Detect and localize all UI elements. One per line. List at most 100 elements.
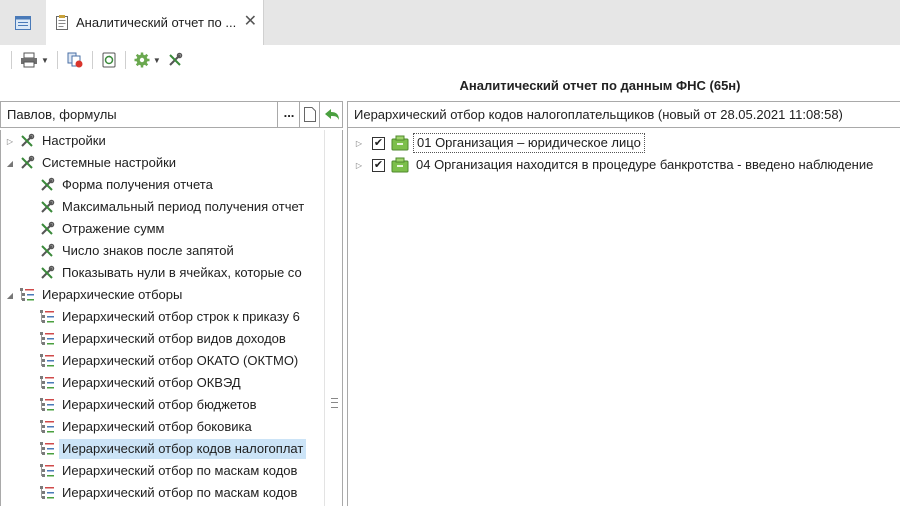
tree-item[interactable]: Иерархический отбор по маскам кодов xyxy=(25,460,300,482)
hierarchy-icon xyxy=(39,375,55,391)
tree-item[interactable]: Форма получения отчета xyxy=(25,174,216,196)
tree-item[interactable]: Иерархический отбор ОКВЭД xyxy=(25,372,244,394)
code-tree-item[interactable]: ▷ ✔ 01 Организация – юридическое лицо xyxy=(354,132,645,154)
hierarchy-icon xyxy=(19,287,35,303)
tree-item[interactable]: Максимальный период получения отчет xyxy=(25,196,307,218)
tree-item[interactable]: Иерархический отбор по маскам кодов xyxy=(25,482,300,504)
tree-item-label: Иерархический отбор строк к приказу 6 xyxy=(62,309,300,324)
tree-item-label: Иерархический отбор по маскам кодов xyxy=(62,485,298,500)
hierarchy-icon xyxy=(39,441,55,457)
code-tree-item[interactable]: ▷ ✔ 04 Организация находится в процедуре б… xyxy=(354,154,876,176)
folder-icon xyxy=(391,135,409,151)
hierarchy-icon xyxy=(39,309,55,325)
tab-strip: Аналитический отчет по ... ✕ xyxy=(0,0,900,45)
toolbar-separator xyxy=(56,51,58,69)
expand-toggle-icon[interactable]: ▷ xyxy=(5,137,15,146)
refresh-doc-icon xyxy=(102,52,116,68)
tree-item[interactable]: ◢ Системные настройки xyxy=(5,152,179,174)
report-doc-icon xyxy=(56,15,68,30)
tree-item-label: Иерархический отбор кодов налогоплат xyxy=(59,439,307,459)
chevron-down-icon[interactable]: ▼ xyxy=(41,56,49,65)
gear-icon xyxy=(134,52,150,68)
settings-button[interactable]: ▼ xyxy=(131,48,164,72)
tree-item[interactable]: Число знаков после запятой xyxy=(25,240,237,262)
tab-analytic-report[interactable]: Аналитический отчет по ... ✕ xyxy=(46,0,264,45)
refresh-button[interactable] xyxy=(98,48,120,72)
tree-item-label: Максимальный период получения отчет xyxy=(62,199,305,214)
tools-icon xyxy=(39,265,55,281)
selection-panel: Иерархический отбор кодов налогоплательщ… xyxy=(347,101,900,506)
hierarchy-icon xyxy=(39,463,55,479)
tools-icon xyxy=(39,221,55,237)
selection-header: Иерархический отбор кодов налогоплательщ… xyxy=(348,102,900,128)
new-document-button[interactable] xyxy=(299,102,319,127)
tab-title: Аналитический отчет по ... xyxy=(76,15,237,30)
tools-button[interactable] xyxy=(164,48,186,72)
tree-item[interactable]: Иерархический отбор боковика xyxy=(25,416,255,438)
report-title: Аналитический отчет по данным ФНС (65н) xyxy=(459,78,741,93)
tree-item[interactable]: Отражение сумм xyxy=(25,218,167,240)
settings-selector-field[interactable]: Павлов, формулы xyxy=(3,102,278,127)
scrollbar-grip-icon[interactable] xyxy=(331,398,338,408)
back-button[interactable] xyxy=(319,102,343,127)
item-checkbox[interactable]: ✔ xyxy=(372,158,385,172)
tree-item[interactable]: ▷ Настройки xyxy=(5,130,109,152)
tree-scrollbar[interactable] xyxy=(324,130,343,506)
home-tab[interactable] xyxy=(0,0,45,45)
expand-toggle-icon[interactable]: ▷ xyxy=(354,161,364,170)
tools-icon xyxy=(19,155,35,171)
taxpayer-codes-tree: ▷ ✔ 01 Организация – юридическое лицо ▷ ✔ 04 … xyxy=(348,130,900,500)
tools-icon xyxy=(39,199,55,215)
settings-tree-panel: Павлов, формулы ... ▷ Настройки ◢ Системные… xyxy=(0,101,343,506)
expand-toggle-icon[interactable]: ▷ xyxy=(354,139,364,148)
browse-button[interactable]: ... xyxy=(280,102,298,127)
hierarchy-icon xyxy=(39,353,55,369)
tree-item-label: Настройки xyxy=(42,133,106,148)
tools-icon xyxy=(39,177,55,193)
tree-item[interactable]: Иерархический отбор строк к приказу 6 xyxy=(25,306,303,328)
tree-item-label: Отражение сумм xyxy=(62,221,165,236)
tree-item-label: Иерархический отбор ОКАТО (ОКТМО) xyxy=(62,353,299,368)
tree-item-label: Иерархический отбор видов доходов xyxy=(62,331,286,346)
tree-item[interactable]: ◢ Иерархические отборы xyxy=(5,284,185,306)
tools-icon xyxy=(169,52,183,66)
tree-item-label: Показывать нули в ячейках, которые со xyxy=(62,265,302,280)
tree-item[interactable]: Иерархический отбор бюджетов xyxy=(25,394,260,416)
export-button[interactable] xyxy=(63,48,87,72)
tree-item-label: Иерархические отборы xyxy=(42,287,183,302)
tree-item-label: Иерархический отбор бюджетов xyxy=(62,397,257,412)
item-checkbox[interactable]: ✔ xyxy=(372,136,385,150)
expand-toggle-icon[interactable]: ◢ xyxy=(5,159,15,168)
tree-item-label: Системные настройки xyxy=(42,155,177,170)
copy-delete-icon xyxy=(67,52,83,68)
toolbar-separator xyxy=(91,51,93,69)
hierarchy-icon xyxy=(39,331,55,347)
document-icon xyxy=(303,107,316,122)
hierarchy-icon xyxy=(39,397,55,413)
arrow-back-icon xyxy=(324,108,339,120)
tree-item[interactable]: Показывать нули в ячейках, которые со xyxy=(25,262,305,284)
folder-icon xyxy=(391,157,409,173)
tree-item-label: Число знаков после запятой xyxy=(62,243,234,258)
tree-item[interactable]: Иерархический отбор кодов налогоплат xyxy=(25,438,307,460)
hierarchy-icon xyxy=(39,485,55,501)
settings-tree: ▷ Настройки ◢ Системные настройки Форма полу… xyxy=(0,130,324,506)
tree-item-label: Иерархический отбор ОКВЭД xyxy=(62,375,241,390)
tree-item-label: Иерархический отбор по маскам кодов xyxy=(62,463,298,478)
window-icon xyxy=(14,15,31,30)
tools-icon xyxy=(39,243,55,259)
print-button[interactable]: ▼ xyxy=(17,48,52,72)
close-tab-button[interactable]: ✕ xyxy=(244,14,257,30)
toolbar-separator xyxy=(11,51,12,69)
chevron-down-icon[interactable]: ▼ xyxy=(153,56,161,65)
tree-item-label: Иерархический отбор боковика xyxy=(62,419,252,434)
tree-item[interactable]: Иерархический отбор видов доходов xyxy=(25,328,289,350)
toolbar: ▼ ▼ xyxy=(0,45,900,75)
tree-item-label: Форма получения отчета xyxy=(62,177,213,192)
settings-header: Павлов, формулы ... xyxy=(0,101,343,128)
tools-icon xyxy=(19,133,35,149)
tree-item[interactable]: Иерархический отбор ОКАТО (ОКТМО) xyxy=(25,350,301,372)
expand-toggle-icon[interactable]: ◢ xyxy=(5,291,15,300)
code-item-label: 04 Организация находится в процедуре бан… xyxy=(416,157,874,172)
code-item-label: 01 Организация – юридическое лицо xyxy=(413,133,645,153)
